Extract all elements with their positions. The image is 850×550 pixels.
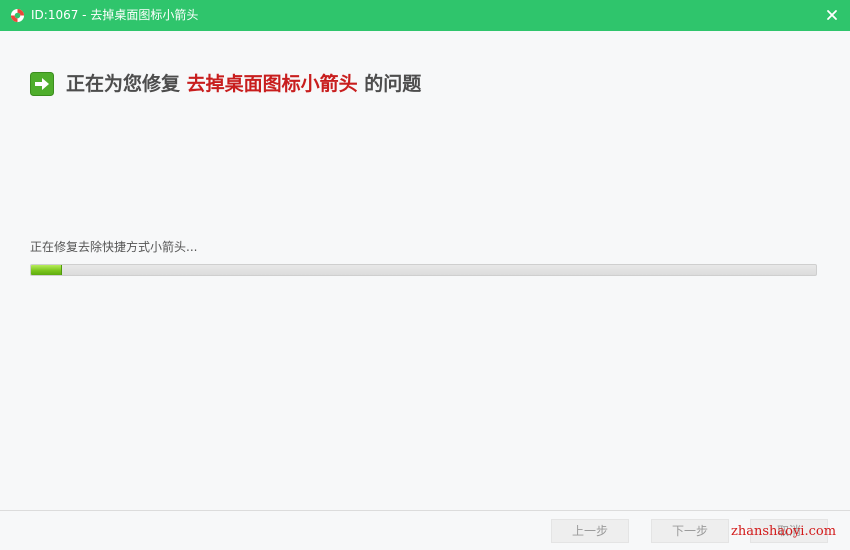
progress-fill	[31, 265, 63, 275]
window-title: ID:1067 - 去掉桌面图标小箭头	[31, 8, 199, 22]
heading-highlight: 去掉桌面图标小箭头	[186, 73, 358, 95]
progress-bar	[30, 264, 817, 276]
heading-prefix: 正在为您修复	[66, 73, 181, 95]
watermark-text: zhanshaoyi.com	[731, 524, 837, 539]
green-arrow-right-icon	[30, 72, 54, 96]
lifebuoy-icon	[10, 8, 25, 23]
close-button[interactable]	[822, 5, 842, 25]
footer-divider	[0, 510, 850, 511]
progress-status-text: 正在修复去除快捷方式小箭头...	[30, 240, 198, 254]
previous-button[interactable]: 上一步	[551, 519, 629, 543]
next-button[interactable]: 下一步	[651, 519, 729, 543]
close-icon	[827, 10, 837, 20]
heading-suffix: 的问题	[364, 73, 422, 95]
title-bar: ID:1067 - 去掉桌面图标小箭头	[0, 0, 850, 31]
heading-text: 正在为您修复 去掉桌面图标小箭头 的问题	[66, 72, 421, 96]
